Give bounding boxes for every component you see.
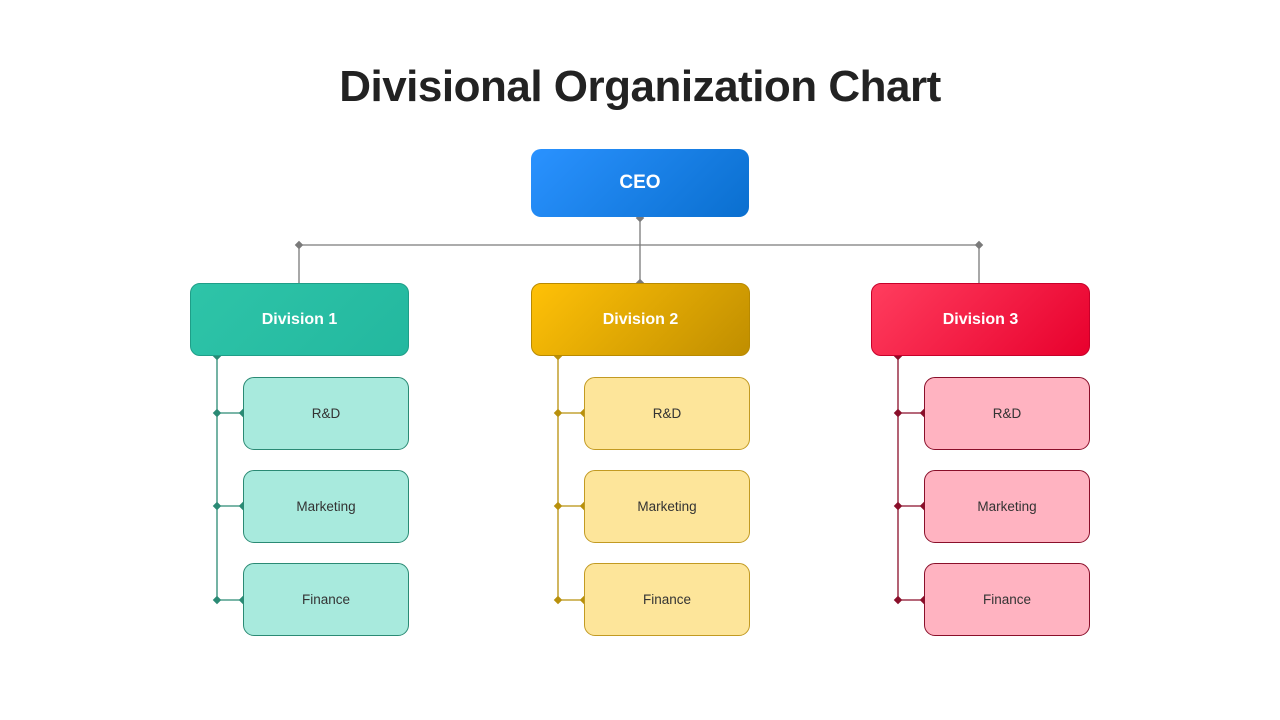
division-3-node[interactable]: Division 3: [871, 283, 1090, 356]
connector-dot: [893, 408, 903, 418]
division-label: Division 2: [602, 310, 679, 328]
division-3-unit-finance[interactable]: Finance: [924, 563, 1090, 636]
ceo-node[interactable]: CEO: [531, 149, 749, 217]
division-label: Division 3: [942, 310, 1019, 328]
unit-label: R&D: [992, 406, 1022, 421]
connector-dot: [974, 240, 984, 250]
division-1-unit-rd[interactable]: R&D: [243, 377, 409, 450]
unit-label: Finance: [642, 592, 692, 607]
unit-label: R&D: [311, 406, 341, 421]
connector-dot: [893, 595, 903, 605]
connector-dot: [212, 501, 222, 511]
unit-label: Marketing: [977, 499, 1037, 514]
unit-label: R&D: [652, 406, 682, 421]
unit-label: Finance: [982, 592, 1032, 607]
connector-dot: [294, 240, 304, 250]
connector-dot: [553, 501, 563, 511]
unit-label: Marketing: [296, 499, 356, 514]
division-2-unit-finance[interactable]: Finance: [584, 563, 750, 636]
connector-dot: [212, 595, 222, 605]
division-2-unit-marketing[interactable]: Marketing: [584, 470, 750, 543]
ceo-label: CEO: [619, 172, 661, 193]
connector-dot: [893, 501, 903, 511]
connector-dot: [553, 595, 563, 605]
division-1-unit-finance[interactable]: Finance: [243, 563, 409, 636]
connector-dot: [212, 408, 222, 418]
division-3-unit-marketing[interactable]: Marketing: [924, 470, 1090, 543]
unit-label: Marketing: [637, 499, 697, 514]
unit-label: Finance: [301, 592, 351, 607]
division-2-node[interactable]: Division 2: [531, 283, 750, 356]
division-1-unit-marketing[interactable]: Marketing: [243, 470, 409, 543]
division-3-unit-rd[interactable]: R&D: [924, 377, 1090, 450]
division-label: Division 1: [261, 310, 338, 328]
connector-dot: [553, 408, 563, 418]
division-1-node[interactable]: Division 1: [190, 283, 409, 356]
division-2-unit-rd[interactable]: R&D: [584, 377, 750, 450]
